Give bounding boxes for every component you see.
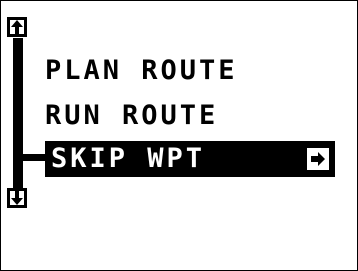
arrow-right-icon	[311, 152, 325, 166]
menu-item-label: SKIP WPT	[51, 143, 206, 174]
menu-item-label: RUN ROUTE	[45, 100, 219, 131]
scrollbar-track[interactable]	[13, 38, 23, 191]
menu-item-plan-route[interactable]: PLAN ROUTE	[45, 53, 335, 89]
selection-connector	[23, 154, 45, 161]
submenu-indicator	[307, 148, 329, 170]
menu-item-run-route[interactable]: RUN ROUTE	[45, 98, 335, 134]
scroll-up-button[interactable]	[7, 17, 27, 37]
menu-item-label: PLAN ROUTE	[45, 55, 238, 86]
menu-screen: PLAN ROUTE RUN ROUTE SKIP WPT	[0, 0, 358, 271]
scroll-down-button[interactable]	[7, 188, 27, 208]
arrow-up-icon	[11, 20, 23, 34]
arrow-down-icon	[11, 191, 23, 205]
menu-item-skip-wpt[interactable]: SKIP WPT	[45, 141, 335, 177]
